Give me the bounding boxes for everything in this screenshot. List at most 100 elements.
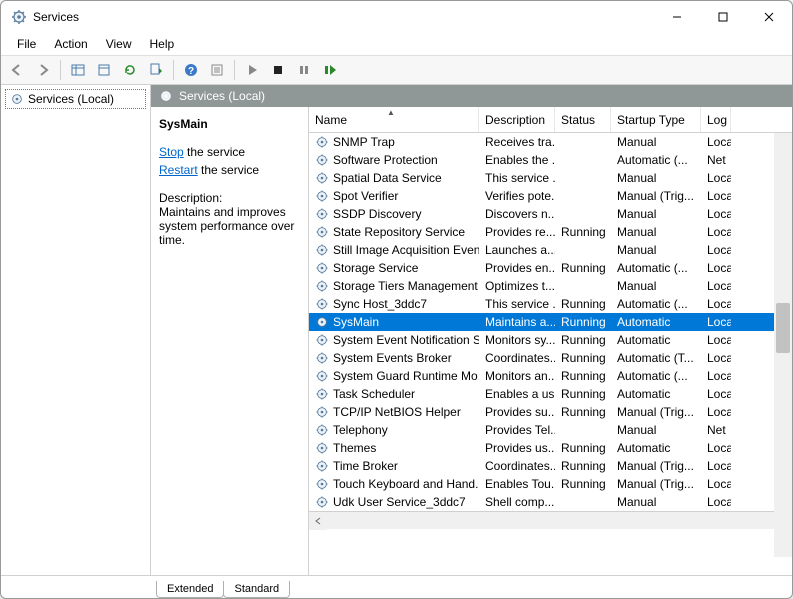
gear-icon: [315, 315, 329, 329]
service-name: Telephony: [333, 423, 388, 437]
forward-button[interactable]: [31, 58, 55, 82]
table-row[interactable]: System Event Notification S...Monitors s…: [309, 331, 792, 349]
minimize-button[interactable]: [654, 1, 700, 33]
service-startup: Automatic (...: [611, 260, 701, 276]
table-row[interactable]: SNMP TrapReceives tra...ManualLoca: [309, 133, 792, 151]
selected-service-name: SysMain: [159, 117, 300, 131]
gear-icon: [315, 477, 329, 491]
service-startup: Automatic: [611, 314, 701, 330]
toolbar: ?: [1, 55, 792, 85]
table-row[interactable]: State Repository ServiceProvides re...Ru…: [309, 223, 792, 241]
refresh-button[interactable]: [118, 58, 142, 82]
table-row[interactable]: SysMainMaintains a...RunningAutomaticLoc…: [309, 313, 792, 331]
service-startup: Manual: [611, 170, 701, 186]
services-icon: [10, 92, 24, 106]
service-description: Discovers n...: [479, 206, 555, 222]
gear-icon: [315, 171, 329, 185]
description-text: Maintains and improves system performanc…: [159, 205, 300, 247]
service-description: Coordinates...: [479, 458, 555, 474]
titlebar: Services: [1, 1, 792, 33]
service-description: Receives tra...: [479, 134, 555, 150]
service-status: [555, 285, 611, 287]
table-row[interactable]: Task SchedulerEnables a us...RunningAuto…: [309, 385, 792, 403]
service-status: Running: [555, 368, 611, 384]
column-header-description[interactable]: Description: [479, 107, 555, 132]
table-row[interactable]: Udk User Service_3ddc7Shell comp...Manua…: [309, 493, 792, 511]
maximize-button[interactable]: [700, 1, 746, 33]
menu-help[interactable]: Help: [142, 35, 183, 53]
start-service-button[interactable]: [240, 58, 264, 82]
service-logon: Loca: [701, 278, 731, 294]
table-row[interactable]: Sync Host_3ddc7This service ...RunningAu…: [309, 295, 792, 313]
service-logon: Loca: [701, 404, 731, 420]
tab-standard[interactable]: Standard: [223, 581, 290, 598]
service-name: Udk User Service_3ddc7: [333, 495, 466, 509]
back-button[interactable]: [5, 58, 29, 82]
table-row[interactable]: Still Image Acquisition EventsLaunches a…: [309, 241, 792, 259]
column-header-status[interactable]: Status: [555, 107, 611, 132]
gear-icon: [315, 441, 329, 455]
close-button[interactable]: [746, 1, 792, 33]
table-row[interactable]: ThemesProvides us...RunningAutomaticLoca: [309, 439, 792, 457]
menu-file[interactable]: File: [9, 35, 44, 53]
service-name: System Event Notification S...: [333, 333, 479, 347]
service-startup: Manual (Trig...: [611, 404, 701, 420]
table-row[interactable]: Storage Tiers ManagementOptimizes t...Ma…: [309, 277, 792, 295]
table-row[interactable]: TCP/IP NetBIOS HelperProvides su...Runni…: [309, 403, 792, 421]
column-header-startup[interactable]: Startup Type: [611, 107, 701, 132]
service-description: Optimizes t...: [479, 278, 555, 294]
service-name: Spot Verifier: [333, 189, 398, 203]
service-logon: Net: [701, 152, 731, 168]
table-row[interactable]: TelephonyProvides Tel...ManualNet: [309, 421, 792, 439]
tab-extended[interactable]: Extended: [156, 581, 224, 598]
table-row[interactable]: SSDP DiscoveryDiscovers n...ManualLoca: [309, 205, 792, 223]
scroll-left-button[interactable]: [309, 512, 327, 530]
table-row[interactable]: Spatial Data ServiceThis service ...Manu…: [309, 169, 792, 187]
service-startup: Automatic (T...: [611, 350, 701, 366]
list-header: ▲ Name Description Status Startup Type L…: [309, 107, 792, 133]
body-area: Services (Local) Services (Local) SysMai…: [1, 85, 792, 576]
tree-root-services-local[interactable]: Services (Local): [5, 89, 146, 109]
stop-service-button[interactable]: [266, 58, 290, 82]
menu-view[interactable]: View: [98, 35, 140, 53]
service-list-pane: ▲ Name Description Status Startup Type L…: [309, 107, 792, 575]
table-row[interactable]: Software ProtectionEnables the ...Automa…: [309, 151, 792, 169]
scrollbar-thumb[interactable]: [776, 303, 790, 353]
sort-indicator-icon: ▲: [387, 108, 395, 117]
gear-icon: [315, 189, 329, 203]
export-button[interactable]: [92, 58, 116, 82]
table-row[interactable]: System Guard Runtime Mo...Monitors an...…: [309, 367, 792, 385]
service-name: SNMP Trap: [333, 135, 395, 149]
pause-service-button[interactable]: [292, 58, 316, 82]
service-status: Running: [555, 476, 611, 492]
service-startup: Automatic (...: [611, 368, 701, 384]
pane-header: Services (Local): [151, 85, 792, 107]
scrollbar-track[interactable]: [327, 512, 774, 530]
service-logon: Loca: [701, 296, 731, 312]
restart-service-button[interactable]: [318, 58, 342, 82]
bottom-tabs: Extended Standard: [1, 576, 792, 598]
service-name: Still Image Acquisition Events: [333, 243, 479, 257]
gear-icon: [315, 333, 329, 347]
table-row[interactable]: Spot VerifierVerifies pote...Manual (Tri…: [309, 187, 792, 205]
column-header-log[interactable]: Log: [701, 107, 731, 132]
table-row[interactable]: Touch Keyboard and Hand...Enables Tou...…: [309, 475, 792, 493]
service-description: This service ...: [479, 170, 555, 186]
menu-action[interactable]: Action: [46, 35, 95, 53]
export-list-button[interactable]: [144, 58, 168, 82]
properties-button[interactable]: [205, 58, 229, 82]
horizontal-scrollbar[interactable]: [309, 511, 792, 529]
help-button[interactable]: ?: [179, 58, 203, 82]
service-name: TCP/IP NetBIOS Helper: [333, 405, 461, 419]
window-title: Services: [33, 10, 79, 24]
stop-service-link[interactable]: Stop: [159, 145, 184, 159]
service-startup: Manual (Trig...: [611, 458, 701, 474]
table-row[interactable]: Time BrokerCoordinates...RunningManual (…: [309, 457, 792, 475]
table-row[interactable]: Storage ServiceProvides en...RunningAuto…: [309, 259, 792, 277]
services-app-icon: [11, 9, 27, 25]
vertical-scrollbar[interactable]: [774, 133, 792, 557]
show-hide-tree-button[interactable]: [66, 58, 90, 82]
restart-service-link[interactable]: Restart: [159, 163, 198, 177]
table-row[interactable]: System Events BrokerCoordinates...Runnin…: [309, 349, 792, 367]
service-name: System Guard Runtime Mo...: [333, 369, 479, 383]
